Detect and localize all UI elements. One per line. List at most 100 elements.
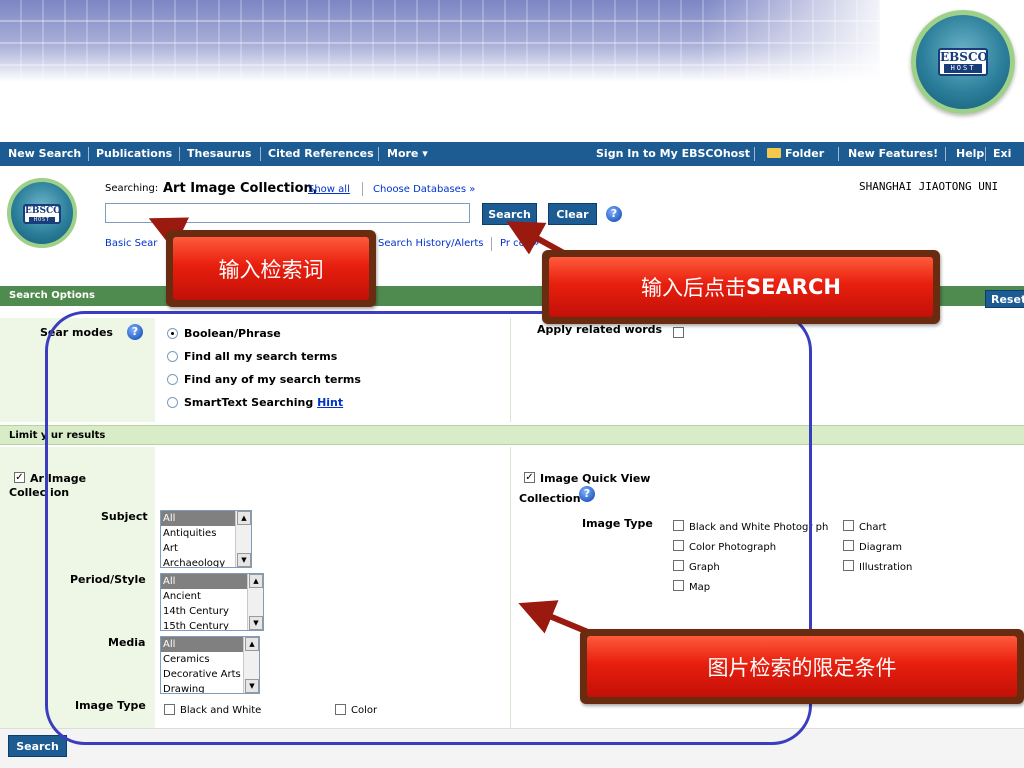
list-item[interactable]: All: [161, 637, 245, 652]
image-quick-view-checkbox[interactable]: ✓: [524, 472, 535, 483]
clear-button[interactable]: Clear: [548, 203, 597, 225]
list-item[interactable]: Art: [161, 541, 237, 556]
search-button[interactable]: Search: [482, 203, 537, 225]
scrollbar[interactable]: ▲ ▼: [247, 574, 263, 630]
nav-divider: [945, 147, 946, 161]
iqv-chart-checkbox[interactable]: [843, 520, 854, 531]
help-icon[interactable]: ?: [606, 206, 622, 222]
basic-search-link[interactable]: Basic Sear: [105, 238, 157, 249]
color-label: Color: [351, 705, 378, 716]
image-type-label: Image Type: [75, 699, 146, 712]
search-input[interactable]: [105, 203, 470, 223]
search-modes-label: Sear modes: [40, 326, 113, 339]
iqv-color-photo-checkbox[interactable]: [673, 540, 684, 551]
callout-input-hint: 输入检索词: [166, 230, 376, 307]
callout-click-search: 输入后点击 SEARCH: [542, 250, 940, 324]
reset-button[interactable]: Reset: [985, 290, 1024, 308]
show-all-link[interactable]: Show all: [308, 184, 350, 195]
iqv-image-type-label: Image Type: [582, 517, 653, 530]
mode-boolean-label: Boolean/Phrase: [184, 327, 281, 340]
scroll-down-icon[interactable]: ▼: [237, 553, 251, 567]
help-icon[interactable]: ?: [127, 324, 143, 340]
mode-smarttext-label: SmartText Searching Hint: [184, 396, 343, 409]
scroll-up-icon[interactable]: ▲: [237, 511, 251, 525]
nav-more-menu[interactable]: More ▾: [387, 147, 428, 160]
period-style-listbox[interactable]: All Ancient 14th Century 15th Century ▲ …: [160, 573, 264, 631]
iqv-illustration-label: Illustration: [859, 562, 913, 573]
scroll-down-icon[interactable]: ▼: [245, 679, 259, 693]
ebsco-small-logo[interactable]: EBSCO HOST: [7, 178, 77, 248]
list-item[interactable]: Ancient: [161, 589, 249, 604]
media-label: Media: [108, 636, 146, 649]
iqv-graph-label: Graph: [689, 562, 720, 573]
art-image-collection-checkbox[interactable]: ✓: [14, 472, 25, 483]
callout-input-text: 输入检索词: [173, 237, 369, 300]
nav-new-search[interactable]: New Search: [8, 147, 81, 160]
nav-thesaurus[interactable]: Thesaurus: [187, 147, 251, 160]
bottom-search-button[interactable]: Search: [8, 735, 67, 757]
nav-divider: [838, 147, 839, 161]
list-item[interactable]: Drawing: [161, 682, 245, 693]
related-words-label: Apply related words: [537, 323, 663, 336]
list-item[interactable]: Antiquities: [161, 526, 237, 541]
media-listbox[interactable]: All Ceramics Decorative Arts Drawing ▲ ▼: [160, 636, 260, 694]
scroll-up-icon[interactable]: ▲: [249, 574, 263, 588]
nav-help[interactable]: Help: [956, 147, 984, 160]
nav-exit[interactable]: Exi: [993, 147, 1011, 160]
iqv-map-checkbox[interactable]: [673, 580, 684, 591]
image-quick-view-label: Image Quick View: [540, 472, 651, 485]
iqv-illustration-checkbox[interactable]: [843, 560, 854, 571]
callout-click-cn: 输入后点击: [641, 276, 747, 300]
list-item[interactable]: Archaeology: [161, 556, 237, 567]
mode-radio-any-terms[interactable]: [167, 374, 178, 385]
limit-results-title: Limit y ur results: [9, 430, 106, 441]
list-item[interactable]: 14th Century: [161, 604, 249, 619]
top-banner: EBSCO HOST: [0, 0, 1024, 140]
iqv-diagram-checkbox[interactable]: [843, 540, 854, 551]
art-image-collection-label-2: Collec ion: [9, 486, 70, 499]
ebsco-host-logo[interactable]: EBSCO HOST: [911, 10, 1015, 114]
scrollbar[interactable]: ▲ ▼: [235, 511, 251, 567]
nav-divider: [754, 147, 755, 161]
banner-fade: [700, 0, 900, 90]
nav-divider: [378, 147, 379, 161]
mode-radio-all-terms[interactable]: [167, 351, 178, 362]
scroll-down-icon[interactable]: ▼: [249, 616, 263, 630]
list-item[interactable]: Ceramics: [161, 652, 245, 667]
preferences-link[interactable]: Pr ces »: [500, 238, 539, 249]
related-words-checkbox[interactable]: [673, 327, 684, 338]
mode-radio-smarttext[interactable]: [167, 397, 178, 408]
iqv-bw-photo-label: Black and White Photogr ph: [689, 522, 829, 533]
choose-databases-link[interactable]: Choose Databases »: [373, 184, 475, 195]
list-item[interactable]: 15th Century: [161, 619, 249, 630]
nav-cited-references[interactable]: Cited References: [268, 147, 374, 160]
search-history-link[interactable]: Search History/Alerts: [378, 238, 484, 249]
help-icon[interactable]: ?: [579, 486, 595, 502]
nav-publications[interactable]: Publications: [96, 147, 172, 160]
top-nav-bar: New Search Publications Thesaurus Cited …: [0, 142, 1024, 166]
callout-limits: 图片检索的限定条件: [580, 629, 1024, 704]
nav-folder[interactable]: Folder: [767, 147, 824, 160]
list-item[interactable]: Decorative Arts: [161, 667, 245, 682]
scrollbar[interactable]: ▲ ▼: [243, 637, 259, 693]
iqv-map-label: Map: [689, 582, 711, 593]
folder-icon: [767, 148, 781, 158]
nav-sign-in[interactable]: Sign In to My EBSCOhost: [596, 147, 750, 160]
iqv-graph-checkbox[interactable]: [673, 560, 684, 571]
divider: [491, 237, 492, 251]
list-item[interactable]: All: [161, 574, 249, 589]
subject-listbox[interactable]: All Antiquities Art Archaeology ▲ ▼: [160, 510, 252, 568]
mode-radio-boolean[interactable]: [167, 328, 178, 339]
bw-label: Black and White: [180, 705, 262, 716]
bw-checkbox[interactable]: [164, 704, 175, 715]
list-item[interactable]: All: [161, 511, 237, 526]
hint-link[interactable]: Hint: [317, 396, 343, 409]
scroll-up-icon[interactable]: ▲: [245, 637, 259, 651]
limit-results-bar: Limit y ur results: [0, 425, 1024, 445]
iqv-chart-label: Chart: [859, 522, 887, 533]
nav-new-features[interactable]: New Features!: [848, 147, 938, 160]
nav-folder-label: Folder: [785, 147, 825, 160]
collection-name: Art Image Collection,: [163, 181, 318, 196]
iqv-bw-photo-checkbox[interactable]: [673, 520, 684, 531]
color-checkbox[interactable]: [335, 704, 346, 715]
